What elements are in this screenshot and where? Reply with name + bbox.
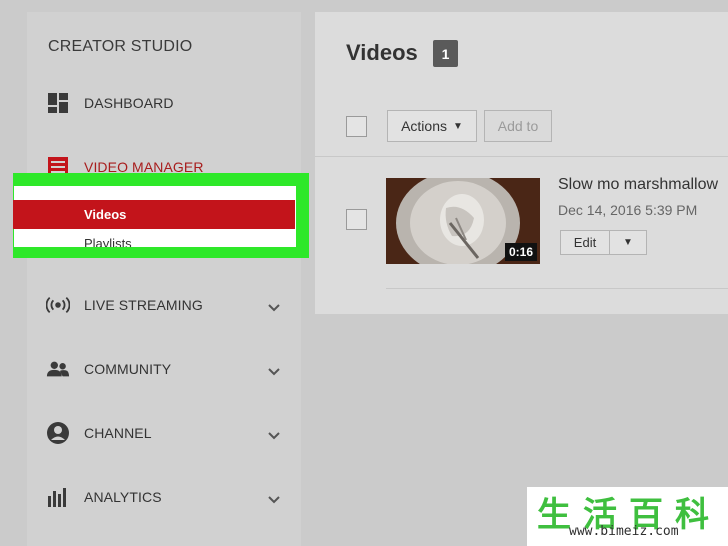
add-to-button[interactable]: Add to bbox=[484, 110, 552, 142]
sidebar-item-channel[interactable]: CHANNEL bbox=[46, 419, 286, 447]
sidebar-item-label: CHANNEL bbox=[84, 425, 152, 441]
actions-dropdown-button[interactable]: Actions ▼ bbox=[387, 110, 477, 142]
actions-label: Actions bbox=[401, 118, 447, 134]
sidebar-item-community[interactable]: COMMUNITY bbox=[46, 355, 286, 383]
video-count-badge: 1 bbox=[433, 40, 458, 67]
channel-icon bbox=[46, 421, 70, 445]
chevron-down-icon[interactable] bbox=[268, 427, 280, 445]
edit-button[interactable]: Edit bbox=[560, 230, 610, 255]
video-thumbnail[interactable]: 0:16 bbox=[386, 178, 540, 264]
watermark-url: www.bimeiz.com bbox=[569, 524, 679, 539]
sidebar-item-label: COMMUNITY bbox=[84, 361, 172, 377]
watermark: 生活百科 www.bimeiz.com bbox=[527, 487, 728, 546]
sidebar-item-label: LIVE STREAMING bbox=[84, 297, 203, 313]
caret-down-icon: ▼ bbox=[453, 120, 463, 132]
video-row-checkbox[interactable] bbox=[346, 209, 367, 230]
chevron-down-icon[interactable] bbox=[268, 491, 280, 509]
sidebar-item-dashboard[interactable]: DASHBOARD bbox=[46, 89, 286, 117]
select-all-checkbox[interactable] bbox=[346, 116, 367, 137]
page-title: Videos bbox=[346, 40, 418, 65]
live-streaming-icon bbox=[46, 293, 70, 317]
sidebar-item-analytics[interactable]: ANALYTICS bbox=[46, 483, 286, 511]
divider bbox=[315, 156, 728, 157]
video-duration: 0:16 bbox=[504, 243, 537, 261]
video-title-link[interactable]: Slow mo marshmallow bbox=[558, 176, 718, 194]
analytics-icon bbox=[46, 485, 70, 509]
video-date: Dec 14, 2016 5:39 PM bbox=[558, 202, 698, 218]
edit-menu-button[interactable]: ▼ bbox=[609, 230, 647, 255]
community-icon bbox=[46, 357, 70, 381]
dashboard-icon bbox=[46, 91, 70, 115]
sidebar-item-live-streaming[interactable]: LIVE STREAMING bbox=[46, 291, 286, 319]
sidebar-subitem-videos[interactable]: Videos bbox=[13, 200, 295, 229]
divider bbox=[386, 288, 728, 289]
sidebar-item-label: DASHBOARD bbox=[84, 95, 174, 111]
sidebar-title: CREATOR STUDIO bbox=[48, 38, 193, 55]
caret-down-icon: ▼ bbox=[623, 237, 633, 248]
sidebar-item-label: ANALYTICS bbox=[84, 489, 162, 505]
sidebar-subitem-label: Videos bbox=[84, 207, 127, 222]
chevron-down-icon[interactable] bbox=[268, 363, 280, 381]
chevron-down-icon[interactable] bbox=[268, 299, 280, 317]
